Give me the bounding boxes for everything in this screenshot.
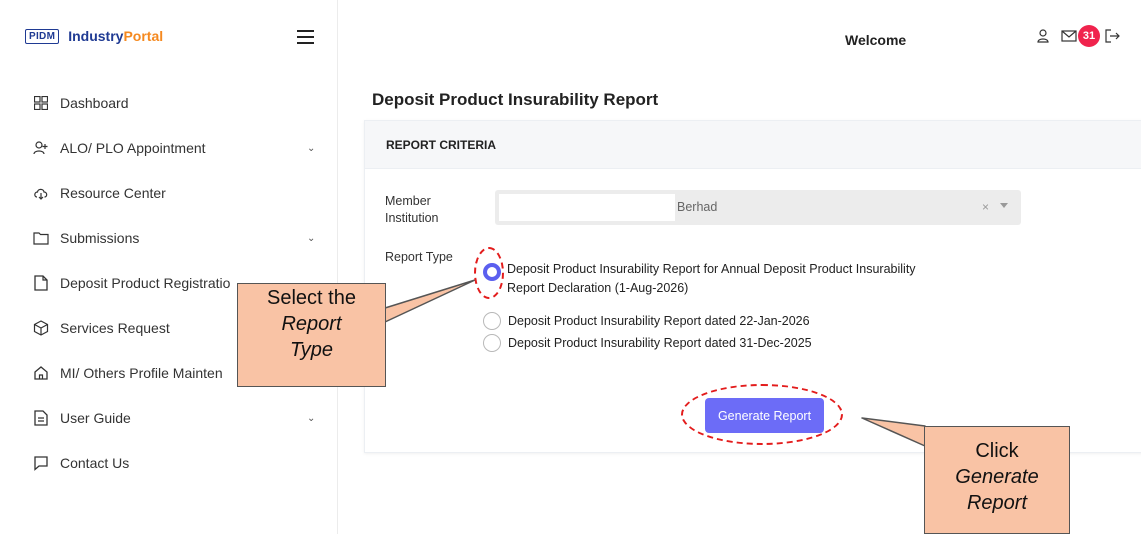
report-type-label: Report Type bbox=[385, 250, 453, 264]
notification-badge[interactable]: 31 bbox=[1078, 25, 1100, 47]
chevron-down-icon[interactable]: ⌄ bbox=[307, 233, 315, 244]
sidebar-item-label: Dashboard bbox=[60, 95, 129, 111]
sidebar: PIDM IndustryPortal Dashboard ALO/ PLO A… bbox=[0, 0, 338, 534]
sidebar-item-label: User Guide bbox=[60, 410, 131, 426]
sidebar-item-label: Submissions bbox=[60, 230, 140, 246]
card-header: REPORT CRITERIA bbox=[365, 121, 1141, 169]
page-title: Deposit Product Insurability Report bbox=[372, 90, 659, 109]
sidebar-item-label: ALO/ PLO Appointment bbox=[60, 140, 206, 156]
report-option-31-dec[interactable]: Deposit Product Insurability Report date… bbox=[483, 334, 812, 353]
mail-icon[interactable] bbox=[1061, 29, 1077, 43]
sidebar-item-dashboard[interactable]: Dashboard bbox=[0, 85, 338, 121]
sidebar-item-user-guide[interactable]: User Guide ⌄ bbox=[0, 400, 338, 436]
logo[interactable]: PIDM IndustryPortal bbox=[25, 28, 163, 44]
sidebar-item-contact-us[interactable]: Contact Us bbox=[0, 445, 338, 481]
file-icon bbox=[33, 275, 49, 291]
callout-click-generate: Click Generate Report bbox=[924, 426, 1070, 534]
radio-highlight-oval bbox=[474, 247, 504, 299]
logout-icon[interactable] bbox=[1105, 29, 1121, 43]
button-highlight-oval bbox=[681, 384, 843, 445]
sidebar-item-submissions[interactable]: Submissions ⌄ bbox=[0, 220, 338, 256]
logo-text: IndustryPortal bbox=[68, 28, 164, 44]
sidebar-item-label: Contact Us bbox=[60, 455, 130, 471]
folder-icon bbox=[33, 230, 49, 246]
home-icon bbox=[33, 365, 49, 381]
member-institution-select[interactable]: Berhad × bbox=[495, 190, 1021, 225]
member-institution-value: Berhad bbox=[677, 200, 718, 214]
hamburger-menu-icon[interactable] bbox=[297, 30, 314, 44]
sidebar-item-label: Resource Center bbox=[60, 185, 166, 201]
caret-down-icon[interactable] bbox=[1000, 203, 1008, 208]
member-institution-label: Member Institution bbox=[385, 194, 439, 225]
user-add-icon bbox=[33, 140, 49, 156]
sidebar-item-label: Deposit Product Registratio bbox=[60, 275, 231, 291]
box-icon bbox=[33, 320, 49, 336]
sidebar-item-label: Services Request bbox=[60, 320, 170, 336]
report-option-label: Deposit Product Insurability Report date… bbox=[508, 336, 812, 350]
cloud-icon bbox=[33, 185, 49, 201]
radio-button[interactable] bbox=[483, 312, 501, 330]
user-icon[interactable] bbox=[1036, 28, 1050, 44]
report-option-22-jan[interactable]: Deposit Product Insurability Report date… bbox=[483, 312, 810, 331]
dashboard-grid-icon bbox=[33, 95, 49, 111]
chevron-down-icon[interactable]: ⌄ bbox=[307, 413, 315, 424]
report-option-label: Deposit Product Insurability Report date… bbox=[508, 314, 810, 328]
report-option-label: Deposit Product Insurability Report for … bbox=[507, 262, 916, 295]
welcome-text: Welcome bbox=[845, 32, 907, 48]
callout-select-report-type: Select the Report Type bbox=[237, 283, 386, 387]
logo-badge: PIDM bbox=[25, 28, 60, 44]
sidebar-item-label: MI/ Others Profile Mainten bbox=[60, 365, 223, 381]
member-institution-name bbox=[499, 194, 675, 221]
document-icon bbox=[33, 410, 49, 426]
chat-icon bbox=[33, 455, 49, 471]
sidebar-item-alo-plo-appointment[interactable]: ALO/ PLO Appointment ⌄ bbox=[0, 130, 338, 166]
radio-button[interactable] bbox=[483, 334, 501, 352]
chevron-down-icon[interactable]: ⌄ bbox=[307, 143, 315, 154]
report-option-annual[interactable]: Deposit Product Insurability Report for … bbox=[483, 262, 916, 298]
sidebar-item-resource-center[interactable]: Resource Center bbox=[0, 175, 338, 211]
clear-icon[interactable]: × bbox=[982, 200, 989, 214]
